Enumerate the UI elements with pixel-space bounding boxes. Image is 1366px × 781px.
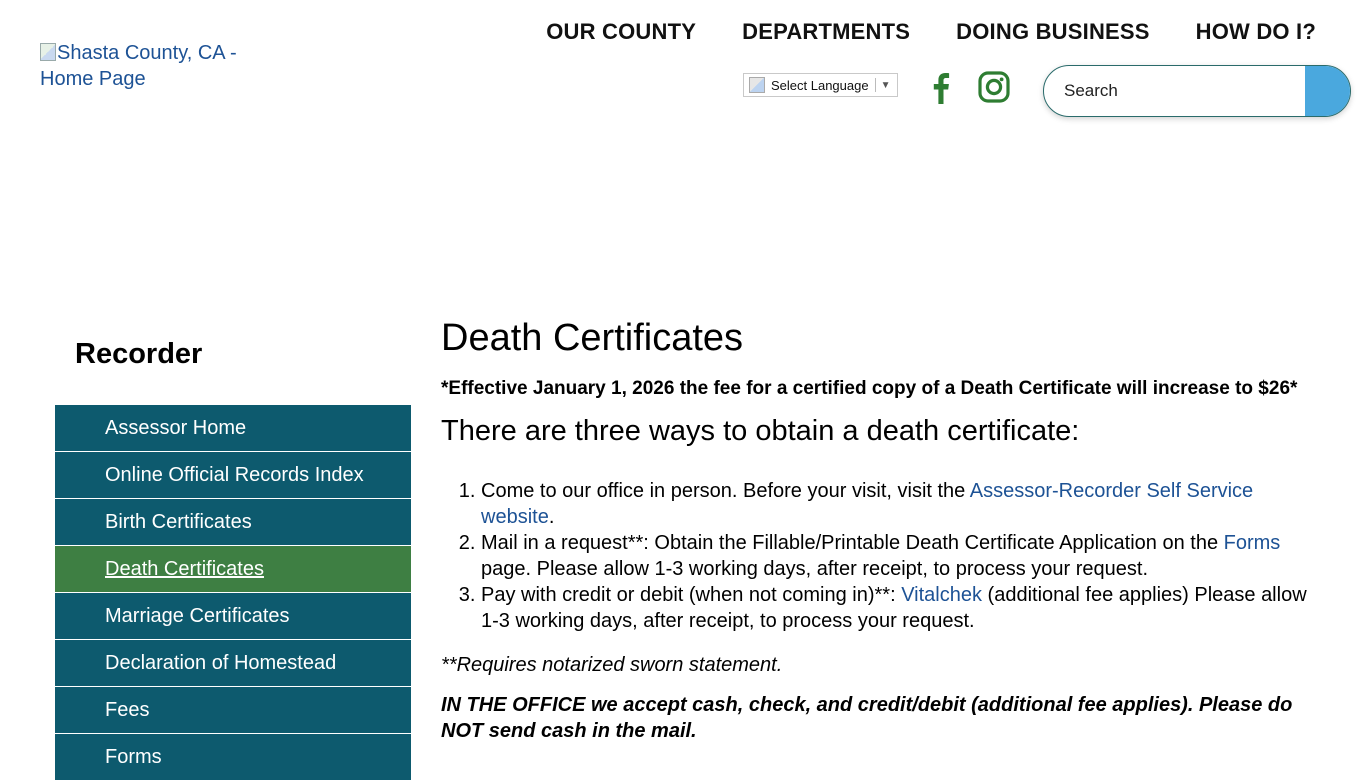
nav-doing-business[interactable]: DOING BUSINESS bbox=[933, 18, 1173, 46]
sidebar-item-marriage-certificates[interactable]: Marriage Certificates bbox=[55, 593, 411, 640]
search-box bbox=[1043, 65, 1351, 117]
sidebar-item-forms[interactable]: Forms bbox=[55, 734, 411, 781]
list-item-text: Come to our office in person. Before you… bbox=[481, 480, 970, 502]
home-logo-link[interactable]: Shasta County, CA - Home Page bbox=[40, 40, 260, 92]
list-item-text: page. Please allow 1-3 working days, aft… bbox=[481, 558, 1149, 580]
list-item: Come to our office in person. Before you… bbox=[481, 478, 1321, 530]
instagram-icon[interactable] bbox=[974, 68, 1014, 108]
nav-our-county[interactable]: OUR COUNTY bbox=[523, 18, 719, 46]
select-divider bbox=[874, 78, 876, 92]
main-content: Death Certificates *Effective January 1,… bbox=[441, 316, 1321, 744]
vitalchek-link[interactable]: Vitalchek bbox=[901, 584, 982, 606]
fee-notice: *Effective January 1, 2026 the fee for a… bbox=[441, 378, 1298, 399]
sidebar-nav: Assessor Home Online Official Records In… bbox=[55, 405, 411, 781]
list-item: Mail in a request**: Obtain the Fillable… bbox=[481, 530, 1321, 582]
list-item: Pay with credit or debit (when not comin… bbox=[481, 582, 1321, 634]
chevron-down-icon: ▼ bbox=[880, 79, 891, 91]
language-select-label: Select Language bbox=[771, 77, 869, 93]
nav-how-do-i[interactable]: HOW DO I? bbox=[1173, 18, 1316, 46]
language-select[interactable]: Select Language ▼ bbox=[743, 73, 898, 97]
list-item-text: Mail in a request**: Obtain the Fillable… bbox=[481, 532, 1224, 554]
sidebar-item-declaration-of-homestead[interactable]: Declaration of Homestead bbox=[55, 640, 411, 687]
ways-heading: There are three ways to obtain a death c… bbox=[441, 415, 1080, 447]
page-title: Death Certificates bbox=[441, 317, 744, 359]
search-input[interactable] bbox=[1044, 66, 1305, 116]
main-nav: OUR COUNTY DEPARTMENTS DOING BUSINESS HO… bbox=[523, 18, 1316, 46]
ways-list: Come to our office in person. Before you… bbox=[441, 478, 1321, 634]
sidebar-item-birth-certificates[interactable]: Birth Certificates bbox=[55, 499, 411, 546]
forms-link[interactable]: Forms bbox=[1224, 532, 1281, 554]
sidebar-item-assessor-home[interactable]: Assessor Home bbox=[55, 405, 411, 452]
sidebar-item-fees[interactable]: Fees bbox=[55, 687, 411, 734]
google-translate-icon bbox=[749, 77, 765, 93]
facebook-icon[interactable] bbox=[921, 68, 961, 108]
sidebar-title: Recorder bbox=[75, 338, 203, 370]
list-item-text: . bbox=[548, 506, 555, 528]
notarized-note: **Requires notarized sworn statement. bbox=[441, 654, 783, 676]
search-button[interactable] bbox=[1305, 66, 1350, 116]
sidebar-item-death-certificates[interactable]: Death Certificates bbox=[55, 546, 411, 593]
logo-image-icon bbox=[40, 43, 56, 61]
logo-alt-text: Shasta County, CA - Home Page bbox=[40, 42, 237, 90]
sidebar-item-online-official-records-index[interactable]: Online Official Records Index bbox=[55, 452, 411, 499]
list-item-text: Pay with credit or debit (when not comin… bbox=[481, 584, 902, 606]
nav-departments[interactable]: DEPARTMENTS bbox=[719, 18, 933, 46]
office-payment-text: IN THE OFFICE we accept cash, check, and… bbox=[441, 694, 1293, 742]
